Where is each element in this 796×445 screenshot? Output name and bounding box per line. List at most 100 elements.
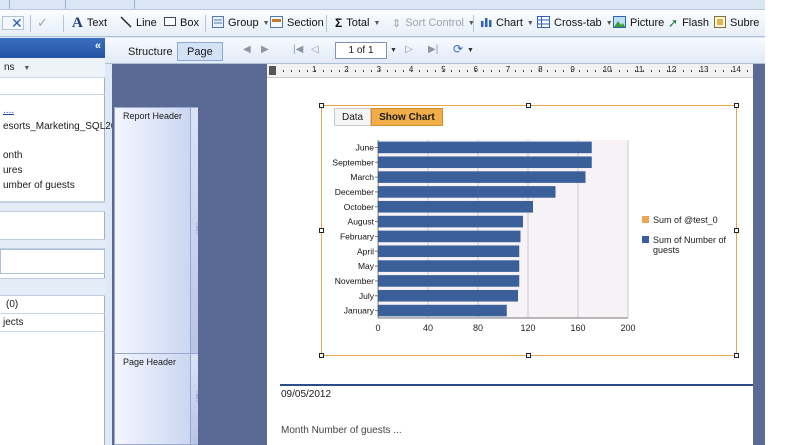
tree-item-measures[interactable]: ures bbox=[3, 165, 22, 176]
previous-page-icon[interactable]: ◁ bbox=[311, 44, 319, 55]
legend-swatch-orange bbox=[642, 216, 649, 223]
ruler-tick bbox=[675, 70, 676, 72]
toolbar-picture-label: Picture bbox=[630, 17, 665, 29]
toolbar-sort-control-label: Sort Control bbox=[405, 17, 464, 29]
next-page-icon[interactable]: ▷ bbox=[405, 44, 413, 55]
ruler-tick bbox=[683, 70, 684, 72]
refresh-icon[interactable]: ⟳ bbox=[453, 42, 463, 56]
panel-divider bbox=[0, 239, 105, 249]
page-number-field[interactable]: 1 of 1 bbox=[335, 42, 387, 59]
toolbar-subreport-button[interactable]: Subre bbox=[714, 10, 759, 36]
section-resize-grip[interactable]: ⋮ ⋮ bbox=[190, 354, 201, 444]
collapse-panel-button[interactable]: « bbox=[95, 40, 101, 52]
section-resize-grip[interactable]: ⋮ ⋮ bbox=[190, 108, 201, 354]
resize-handle[interactable] bbox=[734, 353, 739, 358]
resize-handle[interactable] bbox=[319, 103, 324, 108]
tab-structure[interactable]: Structure bbox=[118, 42, 183, 61]
tree-item-month[interactable]: onth bbox=[3, 150, 22, 161]
close-icon: ✕ bbox=[11, 14, 23, 31]
chart-tab-data[interactable]: Data bbox=[334, 108, 372, 126]
validate-button[interactable]: ✓ bbox=[37, 10, 52, 36]
bar-october bbox=[378, 200, 533, 213]
toolbar-line-button[interactable]: Line bbox=[120, 10, 157, 36]
ruler-tick bbox=[595, 70, 596, 72]
panel-objects-row[interactable]: jects bbox=[0, 314, 105, 332]
ruler-tick bbox=[587, 70, 588, 72]
tree-item-connection[interactable]: .... bbox=[3, 105, 14, 116]
resize-handle[interactable] bbox=[734, 228, 739, 233]
ruler-tick bbox=[547, 70, 548, 72]
toolbar-text-button[interactable]: A Text bbox=[72, 10, 107, 36]
ruler-tick bbox=[395, 70, 396, 72]
ruler-tick bbox=[371, 70, 372, 72]
legend-swatch-blue bbox=[642, 236, 649, 243]
chevron-down-icon[interactable]: ▼ bbox=[390, 47, 397, 54]
ruler-tick bbox=[659, 70, 660, 72]
bar-february bbox=[378, 230, 521, 243]
ruler-tick bbox=[347, 70, 348, 72]
section-label-report-header: Report Header bbox=[123, 111, 183, 121]
last-page-icon[interactable]: ▶| bbox=[428, 44, 438, 55]
toolbar-total-label: Total bbox=[346, 17, 370, 29]
strip-divider bbox=[9, 0, 10, 9]
ruler-tick bbox=[475, 70, 476, 72]
chart-tab-show-chart[interactable]: Show Chart bbox=[371, 108, 443, 126]
x-tick-label: 80 bbox=[473, 323, 483, 333]
resize-handle[interactable] bbox=[319, 353, 324, 358]
ruler-tick bbox=[427, 70, 428, 72]
panel-header: « bbox=[0, 38, 105, 58]
legend-item-guests: Sum of Number of guests bbox=[642, 235, 738, 255]
resize-handle[interactable] bbox=[734, 103, 739, 108]
flash-icon: ➚ bbox=[668, 16, 679, 30]
ruler-tick bbox=[635, 70, 636, 72]
tree-item-datasource[interactable]: esorts_Marketing_SQL20 bbox=[3, 121, 116, 132]
toolbar-line-label: Line bbox=[136, 17, 157, 29]
section-page-header[interactable]: Page Header ⋮ ⋮ bbox=[114, 353, 201, 445]
bar-july bbox=[378, 289, 518, 302]
chevron-down-icon[interactable]: ▼ bbox=[467, 47, 474, 54]
ruler-tick bbox=[331, 70, 332, 72]
y-tick-label: January bbox=[344, 306, 375, 316]
toolbar-total-button[interactable]: Σ Total ▼ bbox=[335, 10, 380, 36]
panel-search-field[interactable] bbox=[0, 249, 105, 274]
ruler-tick bbox=[323, 70, 324, 72]
bar-may bbox=[378, 260, 520, 272]
forward-icon[interactable]: ▶ bbox=[261, 44, 269, 55]
toolbar-chart-button[interactable]: Chart ▼ bbox=[480, 10, 534, 36]
toolbar-group-button[interactable]: Group ▼ bbox=[212, 10, 270, 36]
toolbar-picture-button[interactable]: Picture bbox=[613, 10, 664, 36]
panel-view-combo[interactable]: ns ▼ bbox=[0, 58, 105, 78]
panel-spacer bbox=[0, 78, 105, 94]
toolbar-cross-tab-button[interactable]: Cross-tab ▼ bbox=[537, 10, 613, 36]
bar-june bbox=[378, 141, 592, 154]
panel-count-label: (0) bbox=[6, 299, 19, 310]
toolbar-sort-control-button[interactable]: ⇕ Sort Control ▼ bbox=[392, 10, 475, 36]
ruler-tick bbox=[467, 70, 468, 72]
toolbar-box-button[interactable]: Box bbox=[164, 10, 199, 36]
bar-january bbox=[378, 304, 507, 317]
ruler-tick bbox=[723, 70, 724, 72]
insert-toolbar: ✕ ✓ A Text Line Box Group ▼ Section Σ To… bbox=[0, 10, 765, 37]
toolbar-flash-button[interactable]: ➚ Flash bbox=[668, 10, 709, 36]
chevron-down-icon: ▼ bbox=[373, 19, 381, 27]
y-tick-label: November bbox=[335, 276, 374, 286]
strip-divider bbox=[65, 0, 66, 9]
horizontal-ruler: 1234567891011121314 bbox=[267, 64, 753, 78]
ruler-tick bbox=[363, 70, 364, 72]
legend-label-guests: Sum of Number of guests bbox=[653, 235, 727, 255]
tree-item-number-of-guests[interactable]: umber of guests bbox=[3, 180, 75, 191]
section-label-page-header: Page Header bbox=[123, 357, 177, 367]
resize-handle[interactable] bbox=[526, 353, 531, 358]
panel-view-combo-text: ns bbox=[4, 62, 15, 73]
delete-button[interactable]: ✕ bbox=[11, 10, 27, 36]
resize-handle[interactable] bbox=[526, 103, 531, 108]
panel-count-row[interactable]: (0) bbox=[0, 296, 105, 314]
toolbar-group-label: Group bbox=[228, 17, 259, 29]
field-explorer-panel: « ns ▼ .... esorts_Marketing_SQL20 onth … bbox=[0, 38, 116, 445]
toolbar-section-button[interactable]: Section bbox=[270, 10, 324, 36]
back-icon[interactable]: ◀ bbox=[243, 44, 251, 55]
section-report-header[interactable]: Report Header ⋮ ⋮ bbox=[114, 107, 201, 355]
tab-page[interactable]: Page bbox=[177, 42, 223, 61]
ruler-ticks: 1234567891011121314 bbox=[267, 64, 753, 78]
first-page-icon[interactable]: |◀ bbox=[293, 44, 303, 55]
